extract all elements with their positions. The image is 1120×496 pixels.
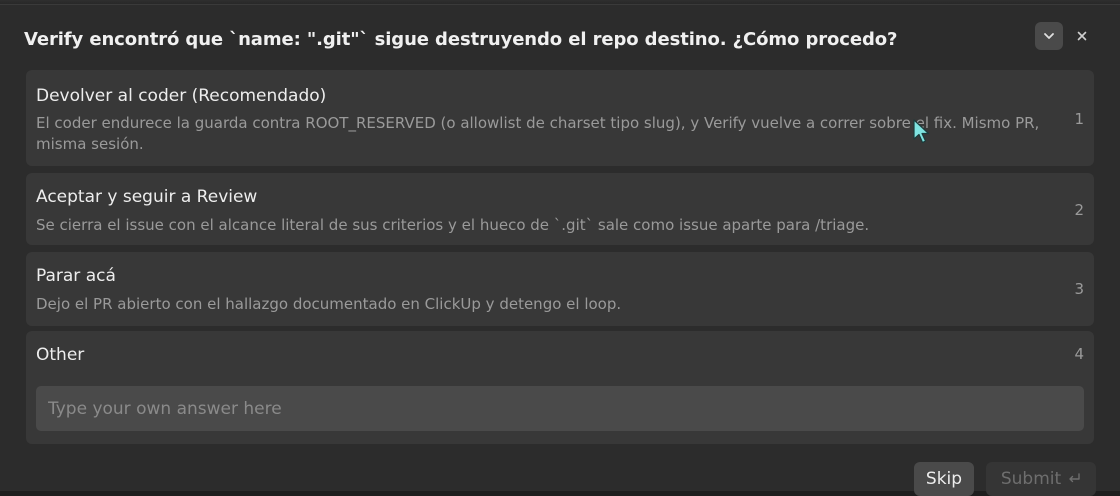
option-number: 3 xyxy=(1074,280,1084,298)
option-label: Parar acá xyxy=(36,266,116,286)
option-label: Devolver al coder (Recomendado) xyxy=(36,86,327,106)
option-label: Aceptar y seguir a Review xyxy=(36,187,258,207)
dialog-title: Verify encontró que `name: ".git"` sigue… xyxy=(24,28,898,50)
collapse-button[interactable] xyxy=(1035,22,1063,50)
option-number: 4 xyxy=(1074,345,1084,363)
option-description: Se cierra el issue con el alcance litera… xyxy=(36,216,870,234)
close-button[interactable] xyxy=(1068,22,1096,50)
option-number: 1 xyxy=(1074,110,1084,128)
submit-label: Submit xyxy=(1000,469,1062,489)
skip-button[interactable]: Skip xyxy=(914,462,974,496)
option-number: 2 xyxy=(1074,201,1084,219)
option-label: Other xyxy=(36,345,85,365)
submit-button[interactable]: Submit xyxy=(986,462,1096,496)
option-description: El coder endurece la guarda contra ROOT_… xyxy=(36,114,1040,153)
option-description: Dejo el PR abierto con el hallazgo docum… xyxy=(36,295,622,313)
option-aceptar-y-seguir[interactable]: Aceptar y seguir a Review Se cierra el i… xyxy=(26,173,1094,245)
option-other[interactable]: Other 4 xyxy=(26,331,1094,444)
option-parar-aca[interactable]: Parar acá Dejo el PR abierto con el hall… xyxy=(26,252,1094,326)
chevron-down-icon xyxy=(1044,33,1054,39)
other-answer-input[interactable] xyxy=(36,386,1084,431)
close-icon xyxy=(1077,31,1087,41)
dialog-header: Verify encontró que `name: ".git"` sigue… xyxy=(24,24,1014,54)
enter-key-icon xyxy=(1069,473,1080,483)
option-devolver-al-coder[interactable]: Devolver al coder (Recomendado) El coder… xyxy=(26,70,1094,166)
skip-label: Skip xyxy=(925,469,963,489)
